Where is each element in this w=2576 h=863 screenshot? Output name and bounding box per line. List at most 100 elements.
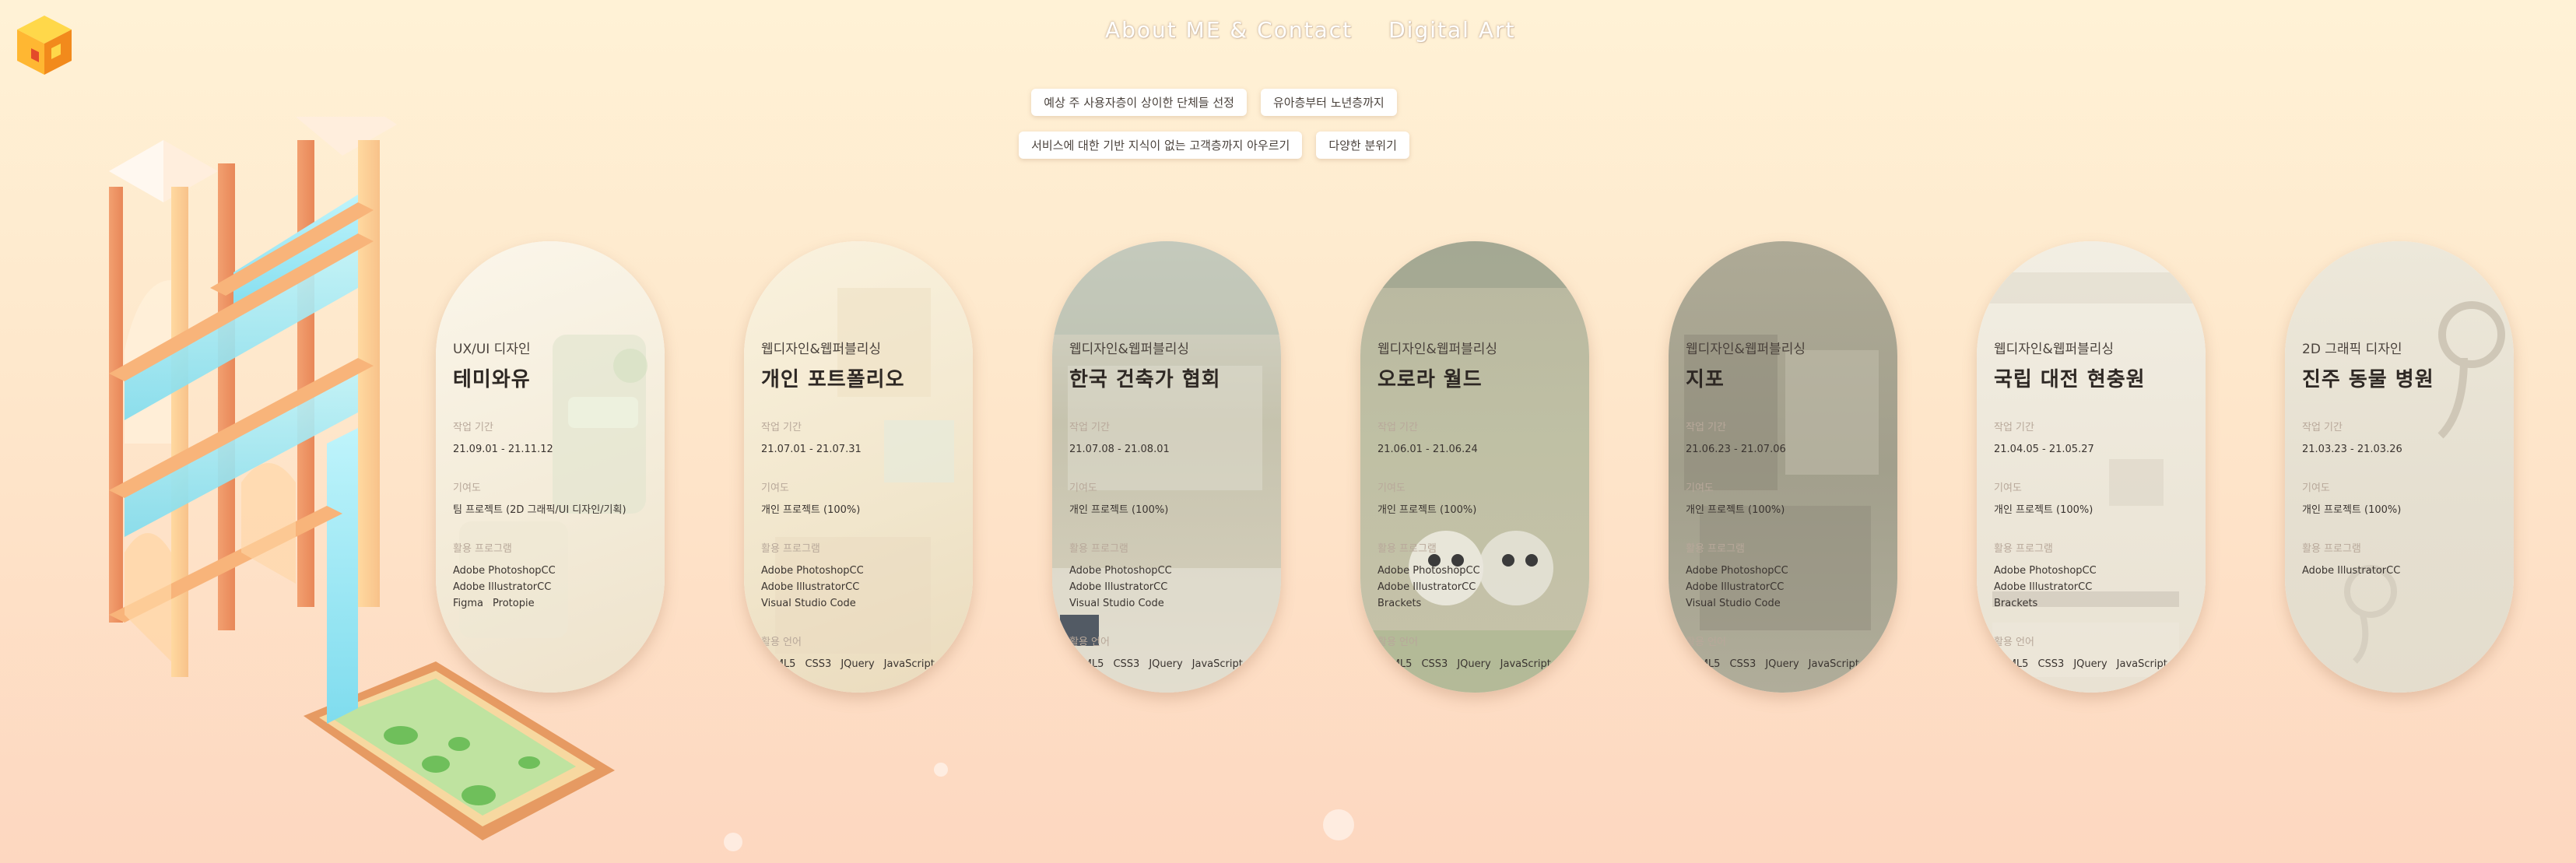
card-category: 웹디자인&웹퍼블리싱 — [1686, 342, 1806, 357]
program-tag: Adobe PhotoshopCC — [1994, 565, 2097, 577]
chip-no-prior-knowledge[interactable]: 서비스에 대한 기반 지식이 없는 고객층까지 아우르기 — [1019, 132, 1303, 159]
language-tag: HTML5 — [1994, 658, 2029, 670]
card-programs-label: 활용 프로그램 — [1994, 543, 2053, 555]
project-card[interactable]: UX/UI 디자인 테미와유 작업 기간 21.09.01 - 21.11.12… — [436, 241, 665, 693]
card-programs-label: 활용 프로그램 — [761, 543, 820, 555]
project-card[interactable]: 웹디자인&웹퍼블리싱 국립 대전 현충원 작업 기간 21.04.05 - 21… — [1977, 241, 2206, 693]
program-tag: Adobe IllustratorCC — [1686, 581, 1785, 593]
project-card[interactable]: 2D 그래픽 디자인 진주 동물 병원 작업 기간 21.03.23 - 21.… — [2285, 241, 2514, 693]
card-programs: Adobe PhotoshopCC Adobe IllustratorCC Fig… — [453, 563, 657, 612]
program-tag: Adobe IllustratorCC — [1069, 581, 1168, 593]
card-programs: Adobe PhotoshopCC Adobe IllustratorCC Vis… — [761, 563, 965, 612]
card-languages: HTML5 CSS3 JQuery JavaScript — [1069, 656, 1273, 672]
program-tag: Adobe IllustratorCC — [1994, 581, 2093, 593]
sparkle-decoration — [724, 833, 742, 851]
program-tag: Visual Studio Code — [1069, 598, 1164, 609]
card-contribution-label: 기여도 — [1994, 482, 2022, 494]
language-tag: JQuery — [841, 658, 875, 670]
card-title: 한국 건축가 협회 — [1069, 368, 1221, 391]
program-tag: Adobe IllustratorCC — [1377, 581, 1476, 593]
card-contribution-label: 기여도 — [761, 482, 789, 494]
language-tag: CSS3 — [1421, 658, 1448, 670]
card-period-label: 작업 기간 — [453, 422, 493, 433]
card-contribution: 개인 프로젝트 (100%) — [2302, 504, 2402, 516]
card-period: 21.06.01 - 21.06.24 — [1377, 444, 1478, 455]
language-tag: HTML5 — [1377, 658, 1413, 670]
program-tag: Brackets — [1994, 598, 2038, 609]
card-contribution: 개인 프로젝트 (100%) — [1686, 504, 1785, 516]
sparkle-decoration — [934, 763, 948, 777]
chip-various-moods[interactable]: 다양한 분위기 — [1316, 132, 1409, 159]
card-languages-label: 활용 언어 — [1377, 637, 1418, 648]
card-period-label: 작업 기간 — [1994, 422, 2034, 433]
program-tag: Adobe PhotoshopCC — [761, 565, 864, 577]
program-tag: Adobe PhotoshopCC — [1377, 565, 1480, 577]
card-programs-label: 활용 프로그램 — [453, 543, 512, 555]
nav-digital-art[interactable]: Digital Art — [1388, 17, 1515, 43]
card-programs: Adobe PhotoshopCC Adobe IllustratorCC Bra… — [1994, 563, 2198, 612]
language-tag: JQuery — [1765, 658, 1799, 670]
card-category: 웹디자인&웹퍼블리싱 — [1069, 342, 1190, 357]
project-card[interactable]: 웹디자인&웹퍼블리싱 개인 포트폴리오 작업 기간 21.07.01 - 21.… — [744, 241, 973, 693]
card-programs-label: 활용 프로그램 — [1377, 543, 1437, 555]
card-programs: Adobe PhotoshopCC Adobe IllustratorCC Vis… — [1686, 563, 1890, 612]
card-contribution: 개인 프로젝트 (100%) — [1994, 504, 2093, 516]
card-title: 지포 — [1686, 368, 1725, 391]
logo-cube-icon[interactable] — [16, 14, 73, 76]
card-contribution-label: 기여도 — [2302, 482, 2330, 494]
program-tag: Protopie — [493, 598, 535, 609]
nav-about-contact[interactable]: About ME & Contact — [1105, 17, 1353, 43]
project-cards: UX/UI 디자인 테미와유 작업 기간 21.09.01 - 21.11.12… — [436, 241, 2568, 700]
language-tag: HTML5 — [1686, 658, 1721, 670]
program-tag: Adobe IllustratorCC — [761, 581, 860, 593]
card-languages-label: 활용 언어 — [1994, 637, 2034, 648]
language-tag: JQuery — [1149, 658, 1183, 670]
card-category: 웹디자인&웹퍼블리싱 — [1994, 342, 2114, 357]
card-category: 2D 그래픽 디자인 — [2302, 342, 2402, 357]
card-contribution: 개인 프로젝트 (100%) — [1069, 504, 1169, 516]
language-tag: HTML5 — [1069, 658, 1104, 670]
card-period: 21.04.05 - 21.05.27 — [1994, 444, 2094, 455]
chip-target-groups[interactable]: 예상 주 사용자층이 상이한 단체들 선정 — [1031, 89, 1247, 116]
program-tag: Brackets — [1377, 598, 1422, 609]
program-tag: Adobe PhotoshopCC — [453, 565, 556, 577]
language-tag: JavaScript — [883, 658, 935, 670]
project-card[interactable]: 웹디자인&웹퍼블리싱 한국 건축가 협회 작업 기간 21.07.08 - 21… — [1052, 241, 1281, 693]
card-programs-label: 활용 프로그램 — [1686, 543, 1745, 555]
language-tag: JQuery — [1457, 658, 1491, 670]
program-tag: Adobe PhotoshopCC — [1069, 565, 1172, 577]
card-contribution-label: 기여도 — [1377, 482, 1406, 494]
project-card[interactable]: 웹디자인&웹퍼블리싱 지포 작업 기간 21.06.23 - 21.07.06 … — [1669, 241, 1897, 693]
card-languages: HTML5 CSS3 JQuery JavaScript — [761, 656, 965, 672]
card-period-label: 작업 기간 — [1686, 422, 1726, 433]
card-languages: HTML5 CSS3 JQuery JavaScript — [1994, 656, 2198, 672]
card-period: 21.07.08 - 21.08.01 — [1069, 444, 1170, 455]
language-tag: JavaScript — [1191, 658, 1243, 670]
program-tag: Figma — [453, 598, 484, 609]
card-contribution: 팀 프로젝트 (2D 그래픽/UI 디자인/기획) — [453, 504, 626, 516]
program-tag: Visual Studio Code — [761, 598, 856, 609]
sparkle-decoration — [1323, 809, 1354, 840]
card-programs: Adobe IllustratorCC — [2302, 563, 2506, 579]
card-period-label: 작업 기간 — [1377, 422, 1418, 433]
language-tag: CSS3 — [805, 658, 832, 670]
project-card[interactable]: 웹디자인&웹퍼블리싱 오로라 월드 작업 기간 21.06.01 - 21.06… — [1360, 241, 1589, 693]
card-languages-label: 활용 언어 — [761, 637, 802, 648]
card-contribution-label: 기여도 — [1069, 482, 1097, 494]
card-programs: Adobe PhotoshopCC Adobe IllustratorCC Vis… — [1069, 563, 1273, 612]
card-title: 개인 포트폴리오 — [761, 368, 905, 391]
card-title: 국립 대전 현충원 — [1994, 368, 2146, 391]
chip-age-range[interactable]: 유아층부터 노년층까지 — [1260, 89, 1397, 116]
card-contribution-label: 기여도 — [1686, 482, 1714, 494]
language-tag: CSS3 — [2037, 658, 2065, 670]
feature-chips: 예상 주 사용자층이 상이한 단체들 선정 유아층부터 노년층까지 서비스에 대… — [1012, 89, 1416, 174]
card-period: 21.03.23 - 21.03.26 — [2302, 444, 2402, 455]
card-category: UX/UI 디자인 — [453, 342, 531, 357]
top-nav: About ME & Contact Digital Art — [1105, 17, 1515, 43]
language-tag: CSS3 — [1729, 658, 1757, 670]
program-tag: Visual Studio Code — [1686, 598, 1781, 609]
card-programs: Adobe PhotoshopCC Adobe IllustratorCC Bra… — [1377, 563, 1581, 612]
card-title: 오로라 월드 — [1377, 368, 1483, 391]
card-title: 테미와유 — [453, 368, 531, 391]
card-languages: HTML5 CSS3 JQuery JavaScript — [1686, 656, 1890, 672]
